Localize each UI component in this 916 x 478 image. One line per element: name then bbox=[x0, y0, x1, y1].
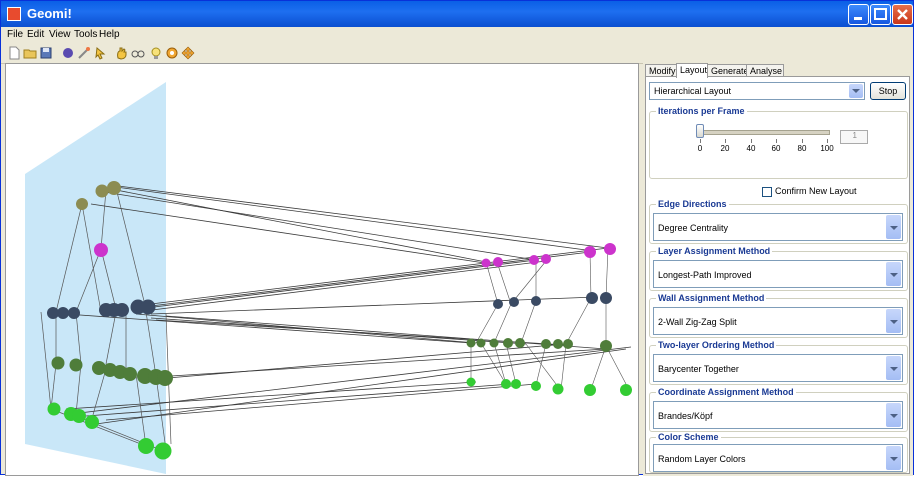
group-title: Color Scheme bbox=[656, 432, 721, 442]
chevron-down-icon[interactable] bbox=[886, 446, 901, 470]
coordinate-assignment-group: Coordinate Assignment Method Brandes/Köp… bbox=[649, 387, 908, 432]
chevron-down-icon[interactable] bbox=[886, 403, 901, 427]
maximize-button[interactable] bbox=[870, 4, 891, 25]
iterations-spinner[interactable]: 1 bbox=[840, 130, 868, 144]
tick-label: 60 bbox=[771, 144, 781, 153]
layout-tab-content: Hierarchical Layout Stop Iterations per … bbox=[645, 76, 910, 474]
wall-assignment-select[interactable]: 2-Wall Zig-Zag Split bbox=[653, 307, 903, 335]
chevron-down-icon[interactable] bbox=[886, 215, 901, 239]
coordinate-assignment-select[interactable]: Brandes/Köpf bbox=[653, 401, 903, 429]
select-value: Brandes/Köpf bbox=[658, 411, 713, 421]
lightbulb-icon[interactable] bbox=[149, 46, 163, 60]
group-title: Edge Directions bbox=[656, 199, 729, 209]
chevron-down-icon[interactable] bbox=[886, 356, 901, 380]
color-scheme-select[interactable]: Random Layer Colors bbox=[653, 444, 903, 472]
select-value: Degree Centrality bbox=[658, 223, 729, 233]
toolbar bbox=[1, 43, 913, 64]
window-title: Geomi! bbox=[27, 6, 72, 21]
edge-directions-select[interactable]: Degree Centrality bbox=[653, 213, 903, 241]
group-title: Layer Assignment Method bbox=[656, 246, 773, 256]
select-value: Barycenter Together bbox=[658, 364, 739, 374]
arrows-icon[interactable] bbox=[181, 46, 195, 60]
layer-assignment-group: Layer Assignment Method Longest-Path Imp… bbox=[649, 246, 908, 291]
iterations-title: Iterations per Frame bbox=[656, 106, 747, 116]
edge-directions-group: Edge Directions Degree Centrality bbox=[649, 199, 908, 244]
new-file-icon[interactable] bbox=[7, 46, 21, 60]
tick-label: 80 bbox=[797, 144, 807, 153]
confirm-layout-label: Confirm New Layout bbox=[775, 186, 857, 196]
glasses-icon[interactable] bbox=[131, 46, 145, 60]
tab-layout[interactable]: Layout bbox=[676, 63, 708, 78]
close-icon bbox=[897, 9, 908, 20]
two-layer-ordering-group: Two-layer Ordering Method Barycenter Tog… bbox=[649, 340, 908, 385]
menu-tools[interactable]: Tools bbox=[74, 29, 97, 40]
menu-edit[interactable]: Edit bbox=[27, 29, 44, 40]
select-value: Random Layer Colors bbox=[658, 454, 746, 464]
layout-select-value: Hierarchical Layout bbox=[654, 86, 732, 96]
select-value: Longest-Path Improved bbox=[658, 270, 752, 280]
gear-icon[interactable] bbox=[165, 46, 179, 60]
title-bar[interactable]: Geomi! bbox=[1, 1, 913, 27]
cluster-edges bbox=[470, 247, 627, 391]
app-window: Geomi! File Edit View Tools Help Modify … bbox=[0, 0, 914, 476]
menu-bar: File Edit View Tools Help bbox=[1, 27, 913, 43]
tick-mark bbox=[776, 139, 777, 143]
chevron-down-icon[interactable] bbox=[886, 262, 901, 286]
layer-assignment-select[interactable]: Longest-Path Improved bbox=[653, 260, 903, 288]
chevron-down-icon[interactable] bbox=[886, 309, 901, 333]
minimize-button[interactable] bbox=[848, 4, 869, 25]
hand-icon[interactable] bbox=[115, 46, 129, 60]
tick-label: 40 bbox=[746, 144, 756, 153]
iterations-slider-track[interactable] bbox=[700, 130, 830, 135]
close-button[interactable] bbox=[892, 4, 913, 25]
menu-file[interactable]: File bbox=[7, 29, 23, 40]
wand-icon[interactable] bbox=[77, 46, 91, 60]
app-icon bbox=[7, 7, 21, 21]
menu-help[interactable]: Help bbox=[99, 29, 120, 40]
control-panel: Modify Layout Generate Analyse Hierarchi… bbox=[643, 63, 913, 476]
tick-mark bbox=[827, 139, 828, 143]
graph-canvas[interactable] bbox=[5, 63, 639, 476]
minimize-icon bbox=[854, 17, 862, 20]
tick-label: 20 bbox=[720, 144, 730, 153]
chevron-down-icon[interactable] bbox=[849, 84, 863, 98]
group-title: Wall Assignment Method bbox=[656, 293, 767, 303]
tick-mark bbox=[700, 139, 701, 143]
confirm-layout-checkbox[interactable] bbox=[762, 187, 772, 197]
maximize-icon bbox=[874, 8, 887, 20]
tick-mark bbox=[725, 139, 726, 143]
pointer-icon[interactable] bbox=[93, 46, 107, 60]
iterations-slider[interactable] bbox=[696, 124, 704, 138]
tick-mark bbox=[751, 139, 752, 143]
stop-button[interactable]: Stop bbox=[870, 82, 906, 100]
open-folder-icon[interactable] bbox=[23, 46, 37, 60]
select-value: 2-Wall Zig-Zag Split bbox=[658, 317, 737, 327]
sphere-icon[interactable] bbox=[61, 46, 75, 60]
tick-mark bbox=[802, 139, 803, 143]
two-layer-ordering-select[interactable]: Barycenter Together bbox=[653, 354, 903, 382]
layout-select[interactable]: Hierarchical Layout bbox=[649, 82, 865, 100]
group-title: Coordinate Assignment Method bbox=[656, 387, 796, 397]
group-title: Two-layer Ordering Method bbox=[656, 340, 777, 350]
wall-assignment-group: Wall Assignment Method 2-Wall Zig-Zag Sp… bbox=[649, 293, 908, 338]
menu-view[interactable]: View bbox=[49, 29, 71, 40]
tick-label: 0 bbox=[697, 144, 703, 153]
save-icon[interactable] bbox=[39, 46, 53, 60]
color-scheme-group: Color Scheme Random Layer Colors bbox=[649, 432, 908, 473]
tick-label: 100 bbox=[820, 144, 834, 153]
iterations-group: Iterations per Frame 0 20 40 60 80 100 1 bbox=[649, 106, 908, 179]
graph-view bbox=[25, 82, 632, 474]
